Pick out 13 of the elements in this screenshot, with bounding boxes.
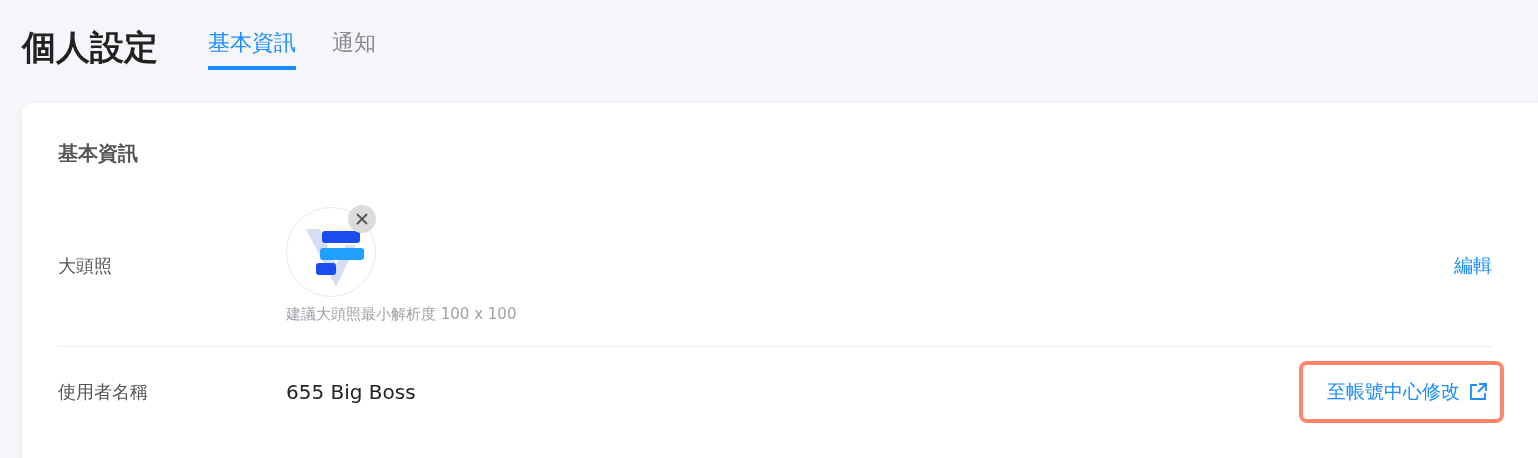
external-link-icon [1468, 382, 1488, 402]
tab[interactable]: 基本資訊 [208, 28, 296, 70]
tab[interactable]: 通知 [332, 28, 376, 70]
page-title: 個人設定 [22, 26, 158, 69]
section-title: 基本資訊 [58, 140, 139, 167]
field-label: 大頭照 [58, 253, 113, 278]
hint-text: 建議大頭照最小解析度 100 x 100 [286, 305, 518, 324]
edit-link[interactable]: 編輯 [1454, 252, 1492, 279]
username-value: 655 Big Boss [286, 380, 417, 404]
account-center-link[interactable]: 至帳號中心修改 [1299, 361, 1504, 423]
remove-button[interactable] [348, 205, 376, 233]
field-label: 使用者名稱 [58, 380, 149, 404]
close-icon [356, 213, 368, 225]
